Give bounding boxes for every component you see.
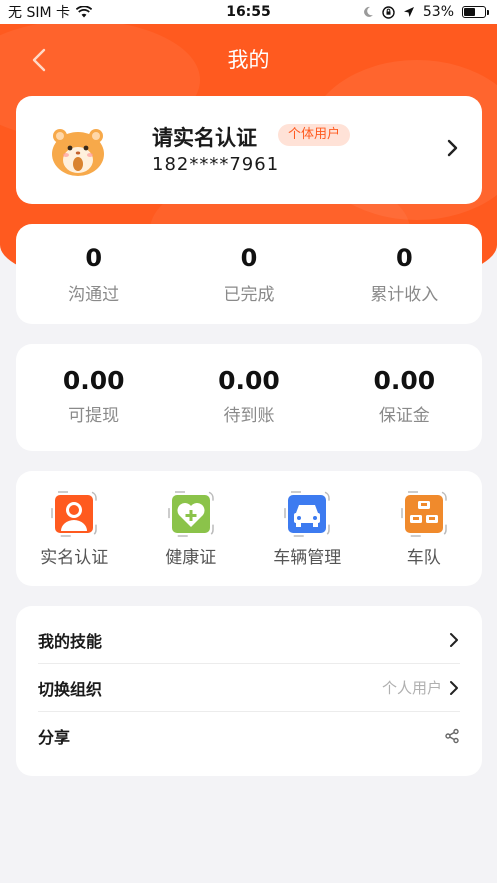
service-real-name[interactable]: 实名认证 bbox=[16, 471, 133, 586]
carrier-text: 无 SIM 卡 bbox=[8, 5, 70, 21]
status-bar: 无 SIM 卡 16:55 53% bbox=[0, 0, 497, 24]
nav-bar: 我的 bbox=[0, 24, 497, 94]
wifi-icon bbox=[76, 6, 92, 18]
menu-label: 我的技能 bbox=[38, 631, 103, 651]
stat-label: 待到账 bbox=[223, 406, 275, 426]
stat-label: 保证金 bbox=[378, 406, 430, 426]
stat-value: 0.00 bbox=[218, 366, 280, 395]
share-icon bbox=[445, 728, 459, 744]
profile-name: 请实名认证 bbox=[152, 126, 257, 150]
chevron-right-icon[interactable] bbox=[446, 136, 460, 160]
stat-value: 0.00 bbox=[62, 366, 125, 395]
menu-share[interactable]: 分享 bbox=[38, 712, 460, 760]
stat-value: 0 bbox=[85, 244, 103, 272]
car-icon bbox=[284, 491, 330, 537]
service-health-cert[interactable]: 健康证 bbox=[133, 471, 250, 586]
service-label: 实名认证 bbox=[40, 548, 109, 568]
hamster-avatar-icon bbox=[52, 129, 104, 176]
battery-icon bbox=[462, 6, 489, 18]
location-arrow-icon bbox=[403, 7, 414, 17]
stat-value: 0 bbox=[395, 244, 413, 272]
page-title: 我的 bbox=[227, 48, 270, 72]
stat-value: 0.00 bbox=[373, 366, 436, 395]
settings-menu: 我的技能 切换组织 个人用户 分享 bbox=[16, 606, 482, 776]
fleet-icon bbox=[401, 491, 447, 537]
battery-percent: 53% bbox=[422, 4, 454, 20]
menu-switch-org[interactable]: 切换组织 个人用户 bbox=[38, 664, 460, 712]
menu-label: 分享 bbox=[38, 728, 71, 747]
profile-card[interactable]: 请实名认证 个体用户 182****7961 bbox=[16, 96, 482, 204]
health-heart-icon bbox=[168, 491, 214, 537]
service-label: 车队 bbox=[406, 548, 441, 568]
stat-completed[interactable]: 0 已完成 bbox=[171, 224, 326, 324]
user-type-badge: 个体用户 bbox=[278, 124, 351, 146]
stat-value: 0 bbox=[240, 244, 258, 272]
back-arrow-icon[interactable] bbox=[26, 44, 54, 76]
service-label: 健康证 bbox=[165, 548, 217, 568]
menu-label: 切换组织 bbox=[38, 679, 103, 699]
profile-phone: 182****7961 bbox=[152, 154, 280, 175]
service-vehicle-mgmt[interactable]: 车辆管理 bbox=[249, 471, 366, 586]
chevron-right-icon bbox=[450, 680, 458, 695]
wallet-stats-card: 0.00 可提现 0.00 待到账 0.00 保证金 bbox=[16, 344, 482, 451]
stat-communicated[interactable]: 0 沟通过 bbox=[16, 224, 171, 324]
stat-label: 可提现 bbox=[68, 406, 120, 426]
stat-total-income[interactable]: 0 累计收入 bbox=[327, 224, 482, 324]
moon-icon bbox=[363, 6, 373, 17]
menu-my-skills[interactable]: 我的技能 bbox=[38, 616, 460, 664]
service-label: 车辆管理 bbox=[273, 548, 342, 568]
id-person-icon bbox=[51, 491, 97, 537]
service-fleet[interactable]: 车队 bbox=[366, 471, 483, 586]
stat-deposit[interactable]: 0.00 保证金 bbox=[327, 344, 482, 451]
services-card: 实名认证 健康证 车辆管理 车队 bbox=[16, 471, 482, 586]
chevron-right-icon bbox=[450, 632, 458, 647]
activity-stats-card: 0 沟通过 0 已完成 0 累计收入 bbox=[16, 224, 482, 324]
stat-pending[interactable]: 0.00 待到账 bbox=[171, 344, 326, 451]
stat-label: 已完成 bbox=[223, 285, 275, 305]
stat-withdrawable[interactable]: 0.00 可提现 bbox=[16, 344, 171, 451]
stat-label: 累计收入 bbox=[370, 285, 439, 305]
menu-value: 个人用户 bbox=[381, 679, 442, 697]
orientation-lock-icon bbox=[382, 5, 395, 19]
stat-label: 沟通过 bbox=[68, 285, 120, 305]
